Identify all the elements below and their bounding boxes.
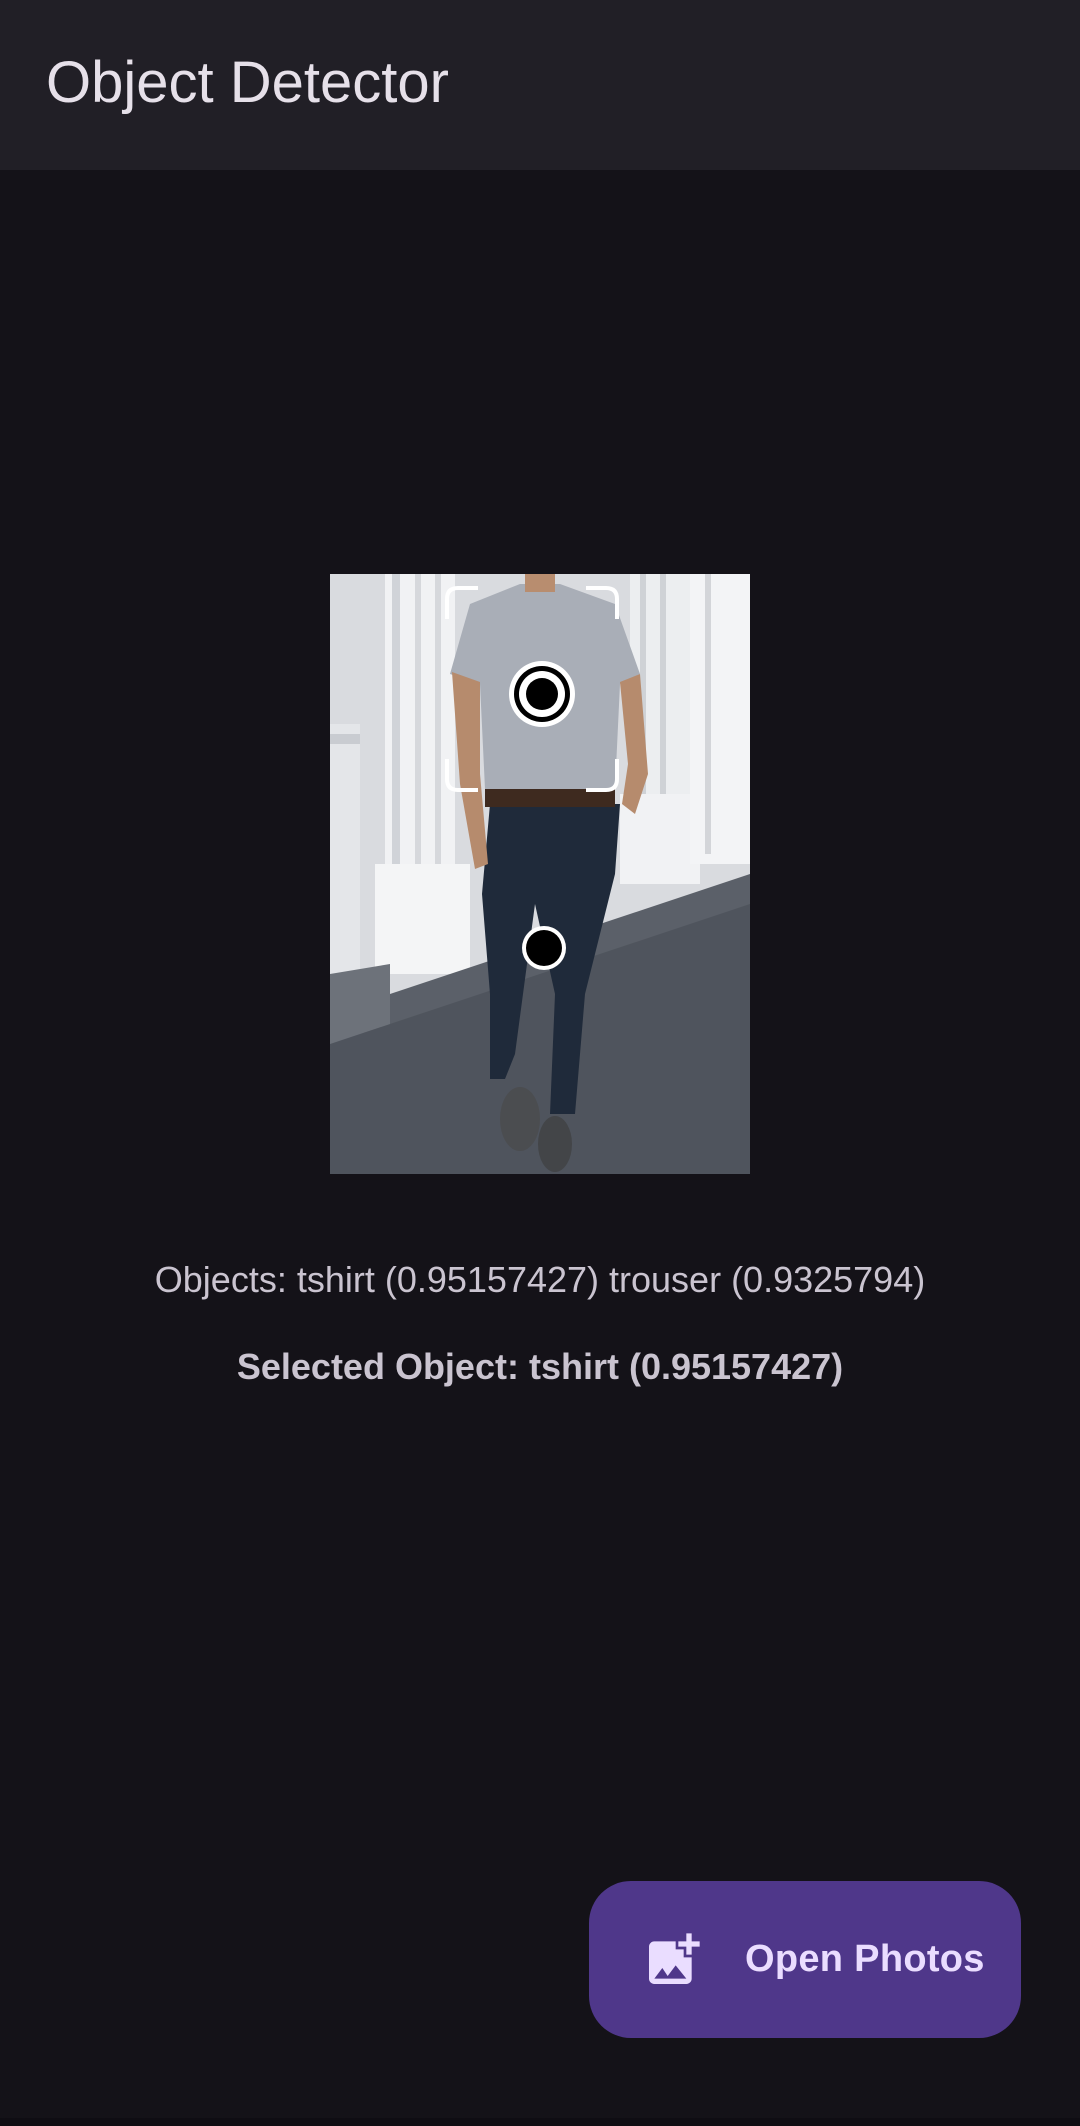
- trouser-marker[interactable]: [522, 926, 566, 970]
- tshirt-marker[interactable]: [509, 661, 575, 727]
- open-photos-button[interactable]: Open Photos: [589, 1881, 1021, 2038]
- open-photos-label: Open Photos: [745, 1938, 985, 1980]
- objects-text: Objects: tshirt (0.95157427) trouser (0.…: [154, 1259, 926, 1300]
- app-title: Object Detector: [46, 50, 449, 115]
- top-app-bar: Object Detector: [0, 0, 1080, 170]
- system-nav-bar: [0, 2118, 1080, 2126]
- photo-illustration: [330, 574, 750, 1174]
- detection-photo[interactable]: [330, 574, 750, 1174]
- selected-object-text: Selected Object: tshirt (0.95157427): [236, 1346, 844, 1387]
- app-screen: Object Detector Objects: tshirt (0.95157…: [0, 0, 1080, 2126]
- add-photo-icon: [649, 1932, 700, 1984]
